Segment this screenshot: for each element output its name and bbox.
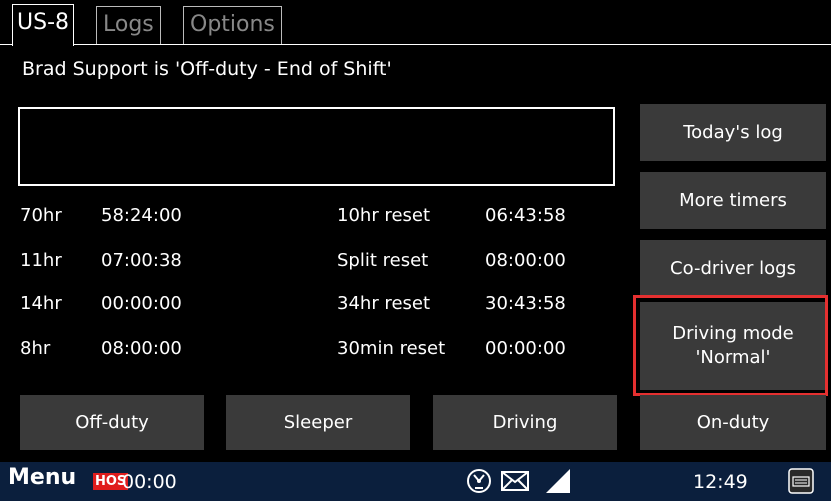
on-duty-button[interactable]: On-duty [640,395,826,450]
keyboard-icon[interactable] [788,468,814,494]
timer-value-11hr: 07:00:38 [101,250,182,271]
reset-label-30min: 30min reset [337,338,446,359]
tab-logs[interactable]: Logs [96,6,161,44]
mail-icon [501,471,529,491]
timer-label-8hr: 8hr [20,338,51,359]
reset-value-30min: 00:00:00 [485,338,566,359]
reset-value-split: 08:00:00 [485,250,566,271]
todays-log-button[interactable]: Today's log [640,104,826,161]
timer-value-14hr: 00:00:00 [101,293,182,314]
speedometer-icon [466,468,492,494]
tab-us-8[interactable]: US-8 [12,4,75,46]
tab-options[interactable]: Options [183,6,282,44]
tab-bar-divider [0,44,831,45]
driving-mode-highlight [633,295,828,396]
timer-label-11hr: 11hr [20,250,62,271]
reset-label-10hr: 10hr reset [337,205,431,226]
reset-value-34hr: 30:43:58 [485,293,566,314]
signal-icon [546,469,570,493]
timer-label-70hr: 70hr [20,205,62,226]
hos-time: 00:00 [122,471,177,493]
clock: 12:49 [693,471,748,493]
timer-label-14hr: 14hr [20,293,62,314]
timer-value-8hr: 08:00:00 [101,338,182,359]
tab-bar: US-8 Logs Options [0,0,831,47]
driver-status-text: Brad Support is 'Off-duty - End of Shift… [22,58,392,80]
reset-label-34hr: 34hr reset [337,293,431,314]
more-timers-button[interactable]: More timers [640,172,826,229]
off-duty-button[interactable]: Off-duty [20,395,204,450]
timer-value-70hr: 58:24:00 [101,205,182,226]
menu-button[interactable]: Menu [8,465,76,490]
reset-value-10hr: 06:43:58 [485,205,566,226]
driving-button[interactable]: Driving [433,395,617,450]
message-box [18,107,615,186]
reset-label-split: Split reset [337,250,429,271]
sleeper-button[interactable]: Sleeper [226,395,410,450]
co-driver-logs-button[interactable]: Co-driver logs [640,240,826,297]
